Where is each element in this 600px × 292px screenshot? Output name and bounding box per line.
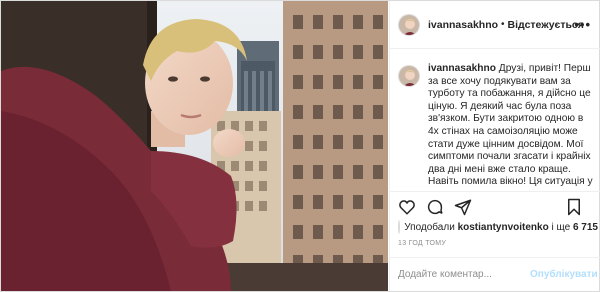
post-header: ivannasakhno • Відстежується ••• <box>390 1 600 49</box>
comment-input[interactable] <box>398 269 530 280</box>
likes-summary: Уподобали kostiantynvoitenko і ще 6 715 <box>398 219 598 235</box>
instagram-post: ivannasakhno • Відстежується ••• ivannas… <box>0 0 600 292</box>
post-username[interactable]: ivannasakhno <box>428 19 498 31</box>
caption-username[interactable]: ivannasakhno <box>428 63 496 74</box>
publish-button[interactable]: Опублікувати <box>530 269 598 280</box>
likes-prefix: Уподобали <box>404 221 455 233</box>
likes-middle: і ще <box>551 221 571 233</box>
add-comment-bar: Опублікувати <box>390 257 600 291</box>
following-button[interactable]: Відстежується <box>508 19 584 31</box>
action-bar <box>390 191 600 221</box>
separator-dot: • <box>501 19 505 30</box>
avatar[interactable] <box>398 13 420 36</box>
post-sidebar: ivannasakhno • Відстежується ••• ivannas… <box>389 1 600 291</box>
comment-icon[interactable] <box>426 198 444 216</box>
liker-username[interactable]: kostiantynvoitenko <box>458 222 549 233</box>
caption-avatar[interactable] <box>398 65 420 87</box>
heart-icon[interactable] <box>398 198 416 216</box>
caption-text: Друзі, привіт! Перш за все хочу подякува… <box>428 63 593 189</box>
likes-count[interactable]: 6 715 <box>573 222 598 233</box>
share-icon[interactable] <box>454 198 472 216</box>
liker-avatar[interactable] <box>398 220 401 234</box>
bookmark-icon[interactable] <box>565 198 583 216</box>
post-photo[interactable] <box>1 1 388 291</box>
comments-area: ivannasakhno Друзі, привіт! Перш за все … <box>390 49 600 189</box>
caption: ivannasakhno Друзі, привіт! Перш за все … <box>428 63 593 189</box>
more-horizontal-icon[interactable]: ••• <box>574 17 591 32</box>
post-timestamp[interactable]: 13 год тому <box>398 240 446 247</box>
photo-illustration <box>1 1 388 291</box>
